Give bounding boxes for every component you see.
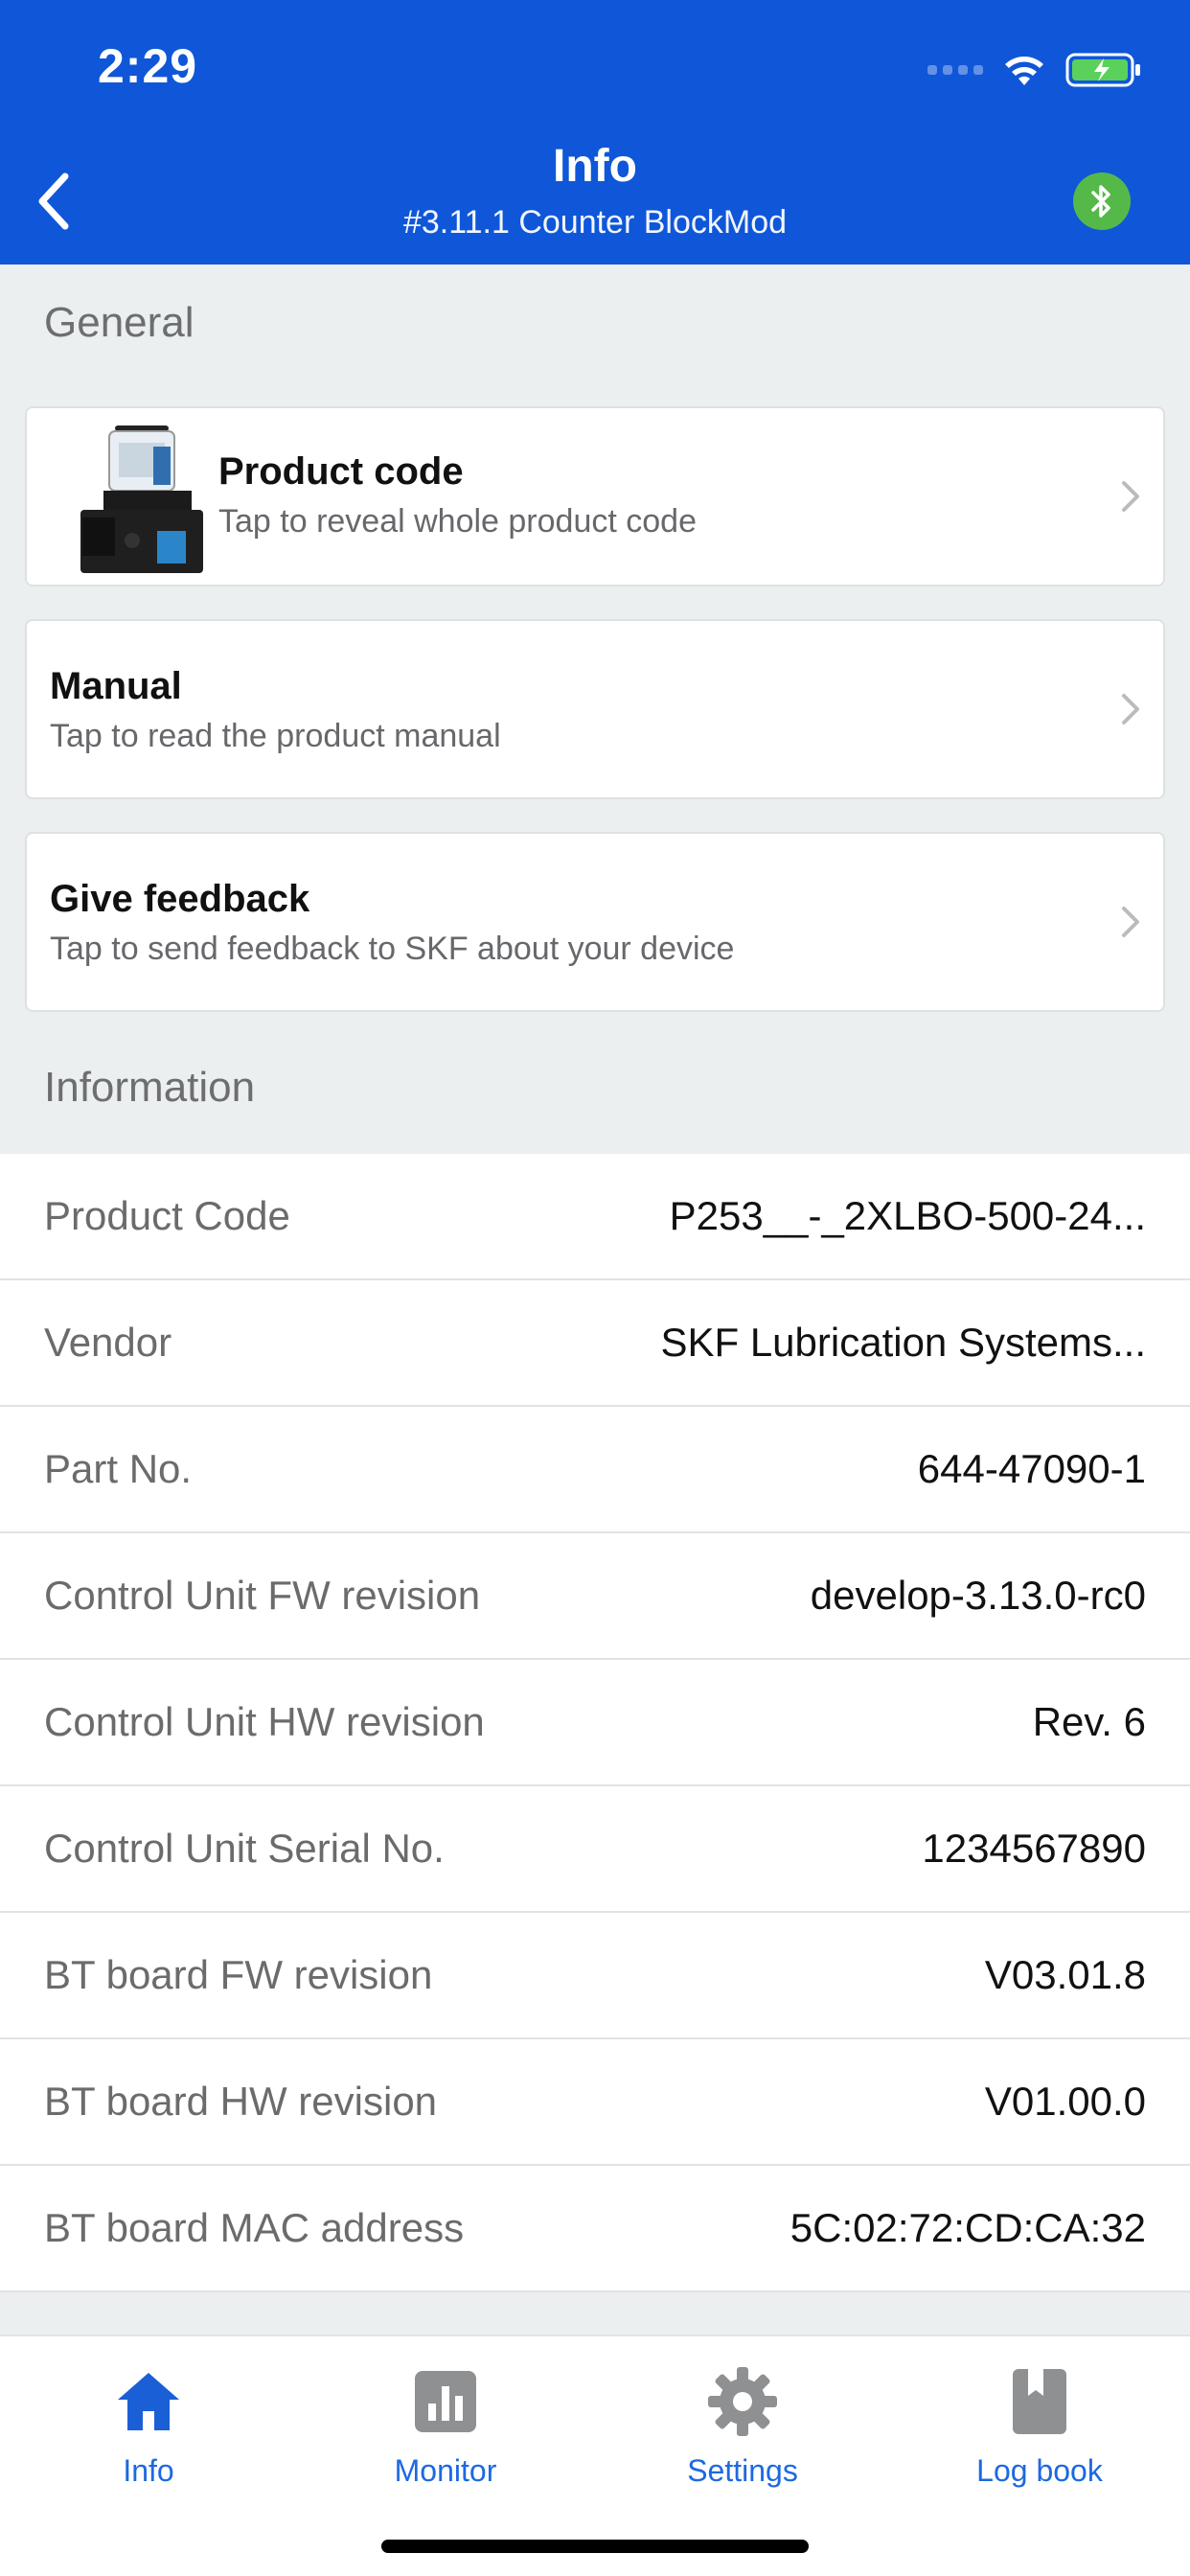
bar-chart-icon xyxy=(415,2371,476,2432)
product-image xyxy=(80,426,203,573)
info-label: Vendor xyxy=(44,1320,172,1365)
tab-log-book[interactable]: Log book xyxy=(891,2363,1188,2489)
info-row-bt-fw: BT board FW revision V03.01.8 xyxy=(0,1913,1190,2039)
card-subtitle: Tap to reveal whole product code xyxy=(218,503,697,540)
home-indicator xyxy=(381,2540,809,2553)
info-row-vendor: Vendor SKF Lubrication Systems... xyxy=(0,1280,1190,1407)
card-title: Product code xyxy=(218,450,464,493)
product-code-card[interactable]: Product code Tap to reveal whole product… xyxy=(25,406,1165,586)
tab-label: Log book xyxy=(976,2453,1103,2488)
info-label: Control Unit Serial No. xyxy=(44,1826,445,1871)
info-row-bt-hw: BT board HW revision V01.00.0 xyxy=(0,2039,1190,2166)
info-row-control-unit-hw: Control Unit HW revision Rev. 6 xyxy=(0,1660,1190,1786)
status-time: 2:29 xyxy=(98,39,198,93)
home-icon xyxy=(118,2373,179,2430)
tab-label: Info xyxy=(123,2453,174,2488)
give-feedback-card[interactable]: Give feedback Tap to send feedback to SK… xyxy=(25,832,1165,1012)
info-table: Product Code P253__-_2XLBO-500-24... Ven… xyxy=(0,1154,1190,2292)
title-block: Info #3.11.1 Counter BlockMod xyxy=(0,140,1190,243)
info-row-serial-no: Control Unit Serial No. 1234567890 xyxy=(0,1786,1190,1913)
info-value: P253__-_2XLBO-500-24... xyxy=(669,1193,1146,1238)
section-title-general: General xyxy=(44,299,195,346)
info-label: BT board HW revision xyxy=(44,2079,438,2124)
info-value: 644-47090-1 xyxy=(917,1446,1146,1491)
tab-info[interactable]: Info xyxy=(0,2363,297,2489)
info-row-product-code: Product Code P253__-_2XLBO-500-24... xyxy=(0,1154,1190,1280)
header-bar: 2:29 Info #3.11.1 Counter BlockMod xyxy=(0,0,1190,264)
info-row-bt-mac: BT board MAC address 5C:02:72:CD:CA:32 xyxy=(0,2166,1190,2292)
card-title: Give feedback xyxy=(50,878,310,920)
info-value: V01.00.0 xyxy=(984,2079,1146,2124)
tab-label: Settings xyxy=(687,2453,798,2488)
chevron-right-icon xyxy=(1122,907,1139,937)
card-title: Manual xyxy=(50,665,182,707)
book-icon xyxy=(1013,2369,1066,2434)
gear-icon xyxy=(708,2367,777,2436)
info-label: Part No. xyxy=(44,1446,193,1491)
info-label: BT board MAC address xyxy=(44,2205,465,2250)
page-subtitle: #3.11.1 Counter BlockMod xyxy=(402,204,788,241)
info-value: 5C:02:72:CD:CA:32 xyxy=(790,2205,1146,2250)
info-label: Control Unit HW revision xyxy=(44,1699,485,1744)
page-title: Info xyxy=(553,141,637,192)
info-label: Control Unit FW revision xyxy=(44,1573,481,1618)
info-value: SKF Lubrication Systems... xyxy=(660,1320,1146,1365)
bluetooth-icon xyxy=(1091,185,1110,218)
chevron-right-icon xyxy=(1122,481,1139,512)
app-screen: 2:29 Info #3.11.1 Counter BlockMod Gener… xyxy=(0,0,1190,2576)
manual-card[interactable]: Manual Tap to read the product manual xyxy=(25,619,1165,799)
cellular-signal-icon xyxy=(927,65,983,75)
tab-settings[interactable]: Settings xyxy=(594,2363,891,2489)
chevron-right-icon xyxy=(1122,694,1139,724)
info-row-control-unit-fw: Control Unit FW revision develop-3.13.0-… xyxy=(0,1533,1190,1660)
battery-charging-icon xyxy=(1065,53,1140,87)
info-value: 1234567890 xyxy=(922,1826,1146,1871)
tab-label: Monitor xyxy=(394,2453,497,2488)
info-value: V03.01.8 xyxy=(984,1952,1146,1997)
info-value: Rev. 6 xyxy=(1032,1699,1146,1744)
info-row-part-no: Part No. 644-47090-1 xyxy=(0,1407,1190,1533)
section-title-information: Information xyxy=(44,1064,256,1111)
bluetooth-status-button[interactable] xyxy=(1073,172,1131,230)
tab-monitor[interactable]: Monitor xyxy=(297,2363,594,2489)
wifi-icon xyxy=(1005,57,1043,85)
info-value: develop-3.13.0-rc0 xyxy=(810,1573,1146,1618)
card-subtitle: Tap to read the product manual xyxy=(50,718,501,754)
info-label: Product Code xyxy=(44,1193,290,1238)
card-subtitle: Tap to send feedback to SKF about your d… xyxy=(50,931,735,967)
status-icons xyxy=(927,46,1142,94)
info-label: BT board FW revision xyxy=(44,1952,433,1997)
